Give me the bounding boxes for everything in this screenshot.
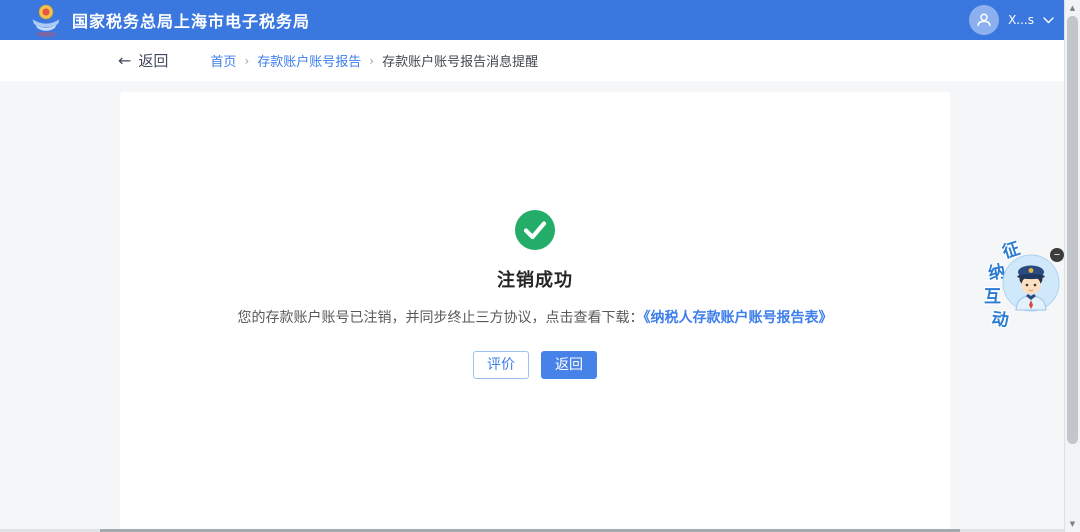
app-title: 国家税务总局上海市电子税务局 [72, 12, 311, 31]
user-avatar-icon [969, 5, 1000, 35]
user-menu[interactable]: X...s [969, 0, 1054, 40]
scroll-up-icon[interactable]: ▲ [1065, 4, 1080, 12]
result-card: 注销成功 您的存款账户账号已注销，并同步终止三方协议，点击查看下载：《纳税人存款… [120, 92, 950, 532]
back-button[interactable]: ← 返回 [118, 50, 168, 71]
breadcrumb: 首页 › 存款账户账号报告 › 存款账户账号报告消息提醒 [210, 51, 539, 71]
scroll-down-icon[interactable]: ▼ [1065, 520, 1080, 528]
vertical-scrollbar[interactable]: ▲ ▼ [1064, 0, 1080, 532]
back-arrow-icon: ← [118, 50, 132, 70]
widget-minimize-button[interactable]: − [1050, 248, 1064, 262]
username: X...s [1008, 13, 1034, 27]
vertical-scrollbar-thumb[interactable] [1067, 16, 1078, 444]
breadcrumb-home[interactable]: 首页 [210, 51, 236, 70]
tax-interaction-widget[interactable]: 征 纳 互 动 [984, 232, 1064, 331]
breadcrumb-current-page: 存款账户账号报告消息提醒 [382, 55, 539, 70]
logo-text: 中国税务 [36, 31, 55, 37]
action-buttons: 评价 返回 [473, 351, 597, 379]
breadcrumb-separator: › [369, 53, 375, 68]
chevron-down-icon [1043, 16, 1054, 23]
widget-char: 互 [984, 287, 1001, 307]
breadcrumb-separator: › [244, 53, 250, 68]
subnav-bar: ← 返回 首页 › 存款账户账号报告 › 存款账户账号报告消息提醒 [0, 40, 1080, 81]
success-check-icon [515, 210, 555, 250]
result-message: 您的存款账户账号已注销，并同步终止三方协议，点击查看下载：《纳税人存款账户账号报… [238, 307, 833, 327]
result-title: 注销成功 [497, 270, 573, 291]
download-report-link[interactable]: 《纳税人存款账户账号报告表》 [644, 310, 833, 326]
back-button-label: 返回 [138, 52, 169, 70]
breadcrumb-deposit-report[interactable]: 存款账户账号报告 [257, 51, 361, 70]
page: 中国税务 国家税务总局上海市电子税务局 X...s ← 返回 首页 › 存款账户… [0, 0, 1080, 532]
evaluate-button[interactable]: 评价 [473, 351, 529, 379]
result-message-text: 您的存款账户账号已注销，并同步终止三方协议，点击查看下载： [237, 310, 644, 326]
app-header: 中国税务 国家税务总局上海市电子税务局 X...s [0, 0, 1080, 40]
return-button[interactable]: 返回 [541, 351, 597, 379]
tax-bureau-logo-icon: 中国税务 [32, 4, 60, 37]
tax-officer-mascot-icon [1002, 254, 1060, 312]
